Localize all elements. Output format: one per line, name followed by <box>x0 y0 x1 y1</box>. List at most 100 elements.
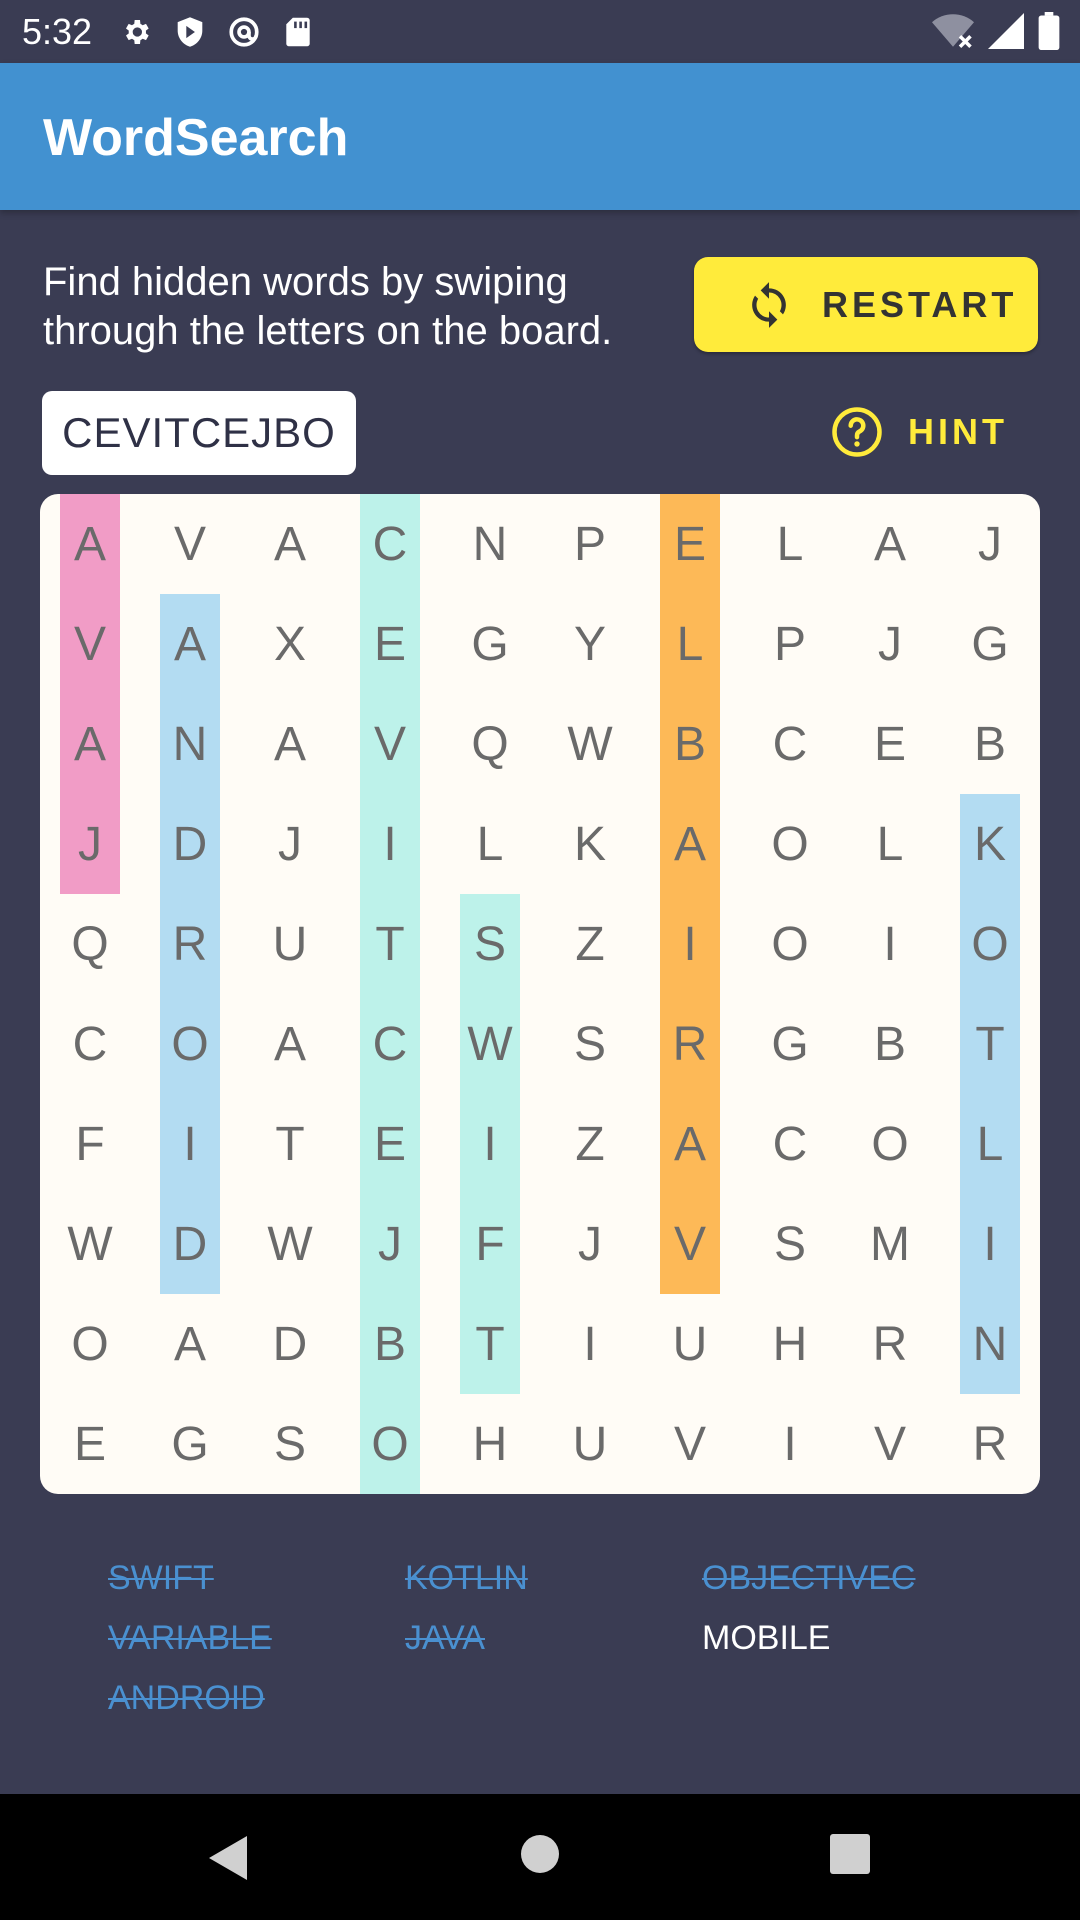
board-cell[interactable]: H <box>440 1394 540 1494</box>
board-cell[interactable]: O <box>740 794 840 894</box>
board-cell[interactable]: Z <box>540 894 640 994</box>
board-cell[interactable]: R <box>640 994 740 1094</box>
board-cell[interactable]: L <box>940 1094 1040 1194</box>
board-cell[interactable]: D <box>240 1294 340 1394</box>
board-cell[interactable]: O <box>40 1294 140 1394</box>
board-cell[interactable]: F <box>40 1094 140 1194</box>
board-cell[interactable]: E <box>340 1094 440 1194</box>
board-cell[interactable]: A <box>840 494 940 594</box>
board-cell[interactable]: A <box>240 494 340 594</box>
board-cell[interactable]: I <box>740 1394 840 1494</box>
board-cell[interactable]: U <box>240 894 340 994</box>
board-cell[interactable]: A <box>240 994 340 1094</box>
board-cell[interactable]: W <box>440 994 540 1094</box>
board-cell[interactable]: S <box>240 1394 340 1494</box>
board-cell[interactable]: D <box>140 794 240 894</box>
board-cell[interactable]: O <box>840 1094 940 1194</box>
board-cell[interactable]: W <box>40 1194 140 1294</box>
board-cell[interactable]: A <box>40 694 140 794</box>
board-cell[interactable]: R <box>140 894 240 994</box>
board-cell[interactable]: J <box>340 1194 440 1294</box>
board-cell[interactable]: T <box>240 1094 340 1194</box>
restart-button[interactable]: RESTART <box>694 257 1038 352</box>
board-cell[interactable]: G <box>440 594 540 694</box>
board-cell[interactable]: Y <box>540 594 640 694</box>
hint-button[interactable]: HINT <box>830 402 1008 462</box>
board-cell[interactable]: J <box>240 794 340 894</box>
home-icon[interactable] <box>520 1834 560 1874</box>
board-cell[interactable]: M <box>840 1194 940 1294</box>
board-cell[interactable]: D <box>140 1194 240 1294</box>
board-cell[interactable]: V <box>140 494 240 594</box>
board-cell[interactable]: T <box>440 1294 540 1394</box>
board-cell[interactable]: F <box>440 1194 540 1294</box>
board-cell[interactable]: N <box>940 1294 1040 1394</box>
board-cell[interactable]: I <box>840 894 940 994</box>
board-cell[interactable]: C <box>740 1094 840 1194</box>
board-cell[interactable]: G <box>740 994 840 1094</box>
board-cell[interactable]: E <box>340 594 440 694</box>
board-cell[interactable]: R <box>840 1294 940 1394</box>
board-cell[interactable]: A <box>40 494 140 594</box>
board-cell[interactable]: Q <box>40 894 140 994</box>
back-icon[interactable] <box>205 1834 249 1882</box>
board-cell[interactable]: V <box>340 694 440 794</box>
board-cell[interactable]: X <box>240 594 340 694</box>
board-cell[interactable]: E <box>640 494 740 594</box>
board-cell[interactable]: G <box>940 594 1040 694</box>
board-cell[interactable]: J <box>940 494 1040 594</box>
board-cell[interactable]: Z <box>540 1094 640 1194</box>
board-cell[interactable]: L <box>740 494 840 594</box>
board-cell[interactable]: S <box>540 994 640 1094</box>
board-cell[interactable]: V <box>40 594 140 694</box>
board-cell[interactable]: J <box>840 594 940 694</box>
board-cell[interactable]: T <box>340 894 440 994</box>
board-cell[interactable]: C <box>40 994 140 1094</box>
board-cell[interactable]: A <box>240 694 340 794</box>
board-cell[interactable]: U <box>640 1294 740 1394</box>
board-cell[interactable]: R <box>940 1394 1040 1494</box>
board-cell[interactable]: C <box>340 994 440 1094</box>
board-cell[interactable]: O <box>940 894 1040 994</box>
board-cell[interactable]: B <box>340 1294 440 1394</box>
board-cell[interactable]: B <box>840 994 940 1094</box>
board-cell[interactable]: V <box>640 1194 740 1294</box>
board-cell[interactable]: L <box>640 594 740 694</box>
board-cell[interactable]: I <box>940 1194 1040 1294</box>
board-cell[interactable]: G <box>140 1394 240 1494</box>
board-cell[interactable]: B <box>640 694 740 794</box>
board-cell[interactable]: S <box>440 894 540 994</box>
board-cell[interactable]: I <box>140 1094 240 1194</box>
board-cell[interactable]: T <box>940 994 1040 1094</box>
board-cell[interactable]: P <box>540 494 640 594</box>
board-cell[interactable]: K <box>540 794 640 894</box>
board-cell[interactable]: C <box>740 694 840 794</box>
board-cell[interactable]: I <box>540 1294 640 1394</box>
board-cell[interactable]: I <box>340 794 440 894</box>
board-cell[interactable]: J <box>540 1194 640 1294</box>
letter-board[interactable]: AVACNPELAJVAXEGYLPJGANAVQWBCEBJDJILKAOLK… <box>40 494 1040 1494</box>
board-cell[interactable]: S <box>740 1194 840 1294</box>
board-cell[interactable]: O <box>340 1394 440 1494</box>
board-cell[interactable]: N <box>140 694 240 794</box>
board-cell[interactable]: V <box>640 1394 740 1494</box>
board-cell[interactable]: H <box>740 1294 840 1394</box>
board-cell[interactable]: L <box>440 794 540 894</box>
recents-icon[interactable] <box>830 1834 870 1874</box>
board-cell[interactable]: C <box>340 494 440 594</box>
board-cell[interactable]: E <box>840 694 940 794</box>
board-cell[interactable]: A <box>640 794 740 894</box>
board-cell[interactable]: A <box>140 594 240 694</box>
board-cell[interactable]: B <box>940 694 1040 794</box>
board-cell[interactable]: A <box>640 1094 740 1194</box>
board-cell[interactable]: V <box>840 1394 940 1494</box>
board-cell[interactable]: I <box>440 1094 540 1194</box>
board-cell[interactable]: K <box>940 794 1040 894</box>
board-cell[interactable]: O <box>140 994 240 1094</box>
board-cell[interactable]: O <box>740 894 840 994</box>
board-cell[interactable]: L <box>840 794 940 894</box>
board-cell[interactable]: N <box>440 494 540 594</box>
board-cell[interactable]: W <box>240 1194 340 1294</box>
board-cell[interactable]: A <box>140 1294 240 1394</box>
board-cell[interactable]: E <box>40 1394 140 1494</box>
